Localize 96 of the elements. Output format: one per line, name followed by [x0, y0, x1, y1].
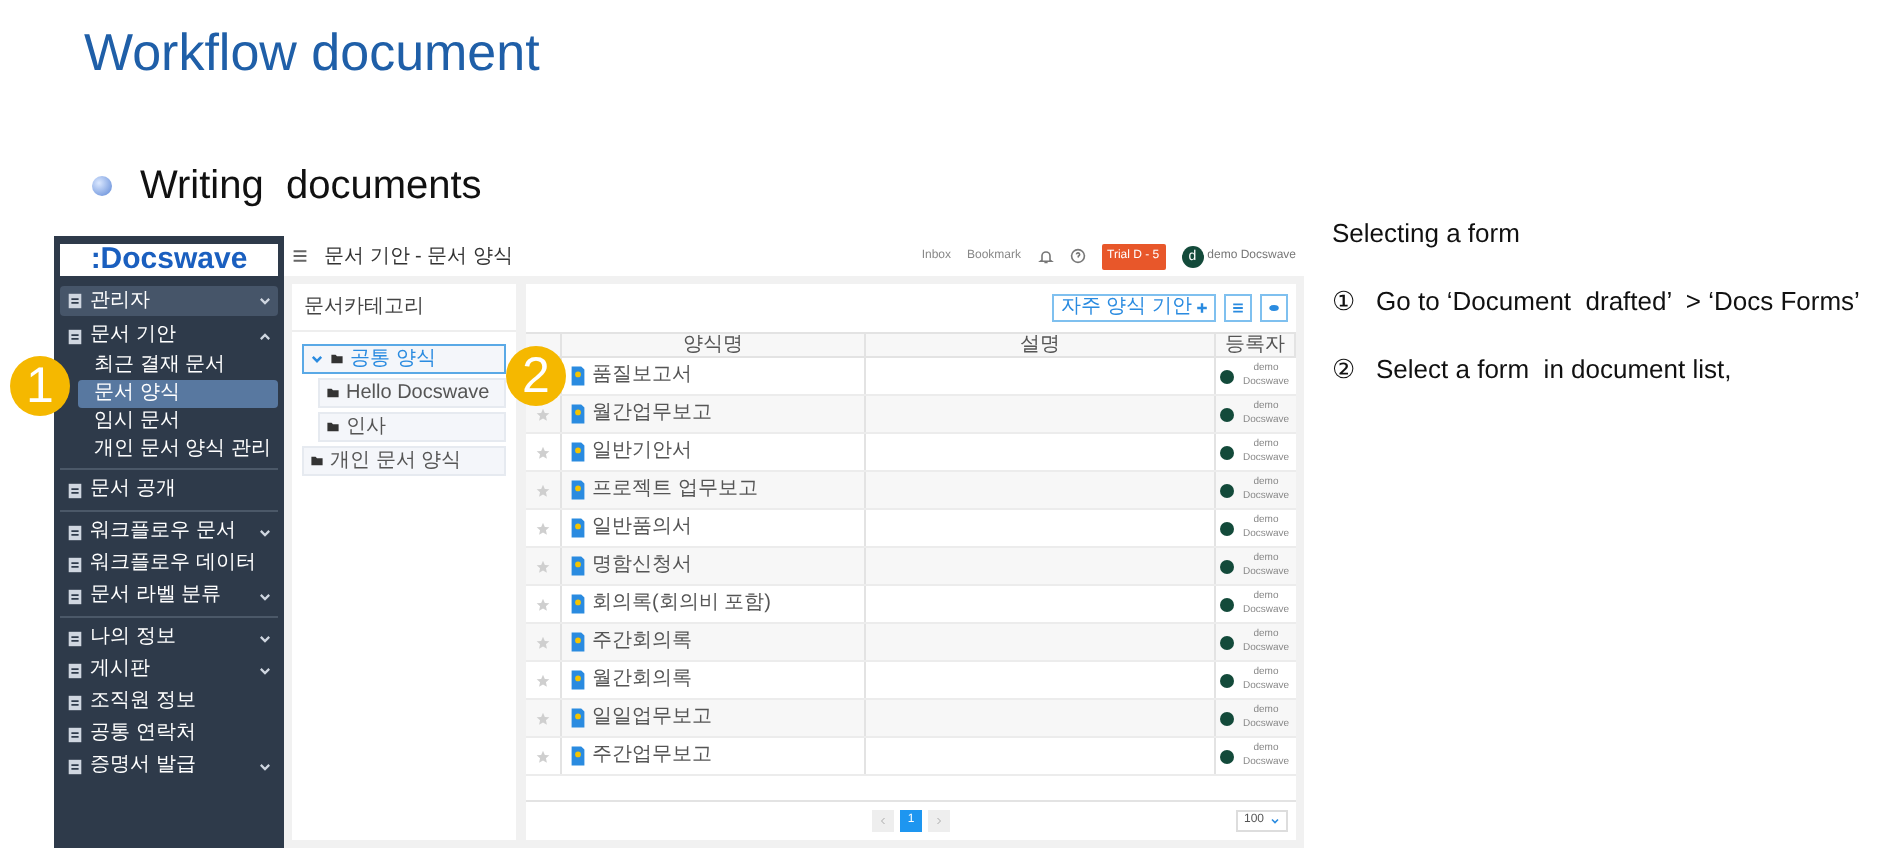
step-marker: ② — [1332, 352, 1356, 386]
document-icon — [570, 404, 586, 424]
form-name[interactable]: 프로젝트 업무보고 — [592, 478, 758, 502]
document-icon — [570, 746, 586, 766]
document-icon — [570, 442, 586, 462]
sidebar-item[interactable]: 문서 라벨 분류 — [60, 580, 278, 612]
avatar-icon — [1220, 445, 1234, 459]
star-icon[interactable] — [536, 445, 550, 459]
avatar-icon — [1220, 521, 1234, 535]
form-name[interactable]: 월간업무보고 — [592, 402, 712, 426]
star-icon[interactable] — [536, 407, 550, 421]
eye-icon — [1268, 302, 1280, 314]
step-text: Select a form in document list, — [1376, 352, 1732, 386]
eye-button[interactable] — [1260, 294, 1288, 322]
avatar-icon — [1220, 711, 1234, 725]
document-icon — [570, 556, 586, 576]
collapse-icon[interactable] — [258, 329, 272, 343]
sidebar-item[interactable]: 워크플로우 문서 — [60, 516, 278, 548]
sidebar-item[interactable]: 문서 공개 — [60, 474, 278, 506]
submenu-item[interactable]: 문서 양식 — [78, 380, 278, 408]
submenu-item[interactable]: 개인 문서 양식 관리 — [78, 436, 278, 464]
folder-icon — [326, 420, 340, 434]
list-icon — [1232, 302, 1244, 314]
form-name[interactable]: 월간회의록 — [592, 668, 692, 692]
form-name[interactable]: 명함신청서 — [592, 554, 692, 578]
star-icon[interactable] — [536, 597, 550, 611]
avatar-icon — [1220, 407, 1234, 421]
expand-icon[interactable] — [258, 663, 272, 677]
star-icon[interactable] — [536, 673, 550, 687]
form-name[interactable]: 일반품의서 — [592, 516, 692, 540]
expand-icon[interactable] — [258, 525, 272, 539]
expand-icon[interactable] — [258, 589, 272, 603]
caret-icon — [1270, 816, 1280, 826]
note-heading: Selecting a form — [1332, 216, 1522, 250]
form-name[interactable]: 품질보고서 — [592, 364, 692, 388]
form-name[interactable]: 주간회의록 — [592, 630, 692, 654]
bullet-icon — [92, 176, 112, 196]
tree-item[interactable]: Hello Docswave — [318, 378, 506, 408]
avatar-icon — [1220, 559, 1234, 573]
star-icon[interactable] — [536, 483, 550, 497]
submenu-item[interactable]: 최근 결재 문서 — [78, 352, 278, 380]
logo: :Docswave — [60, 244, 278, 276]
sidebar-item[interactable]: 문서 기안 — [60, 320, 278, 352]
submenu-item[interactable]: 임시 문서 — [78, 408, 278, 436]
column-header: 양식명 — [683, 334, 743, 356]
star-icon[interactable] — [536, 749, 550, 763]
avatar-icon — [1220, 369, 1234, 383]
column-header: 등록자 — [1225, 334, 1285, 356]
folder-icon — [330, 352, 344, 366]
panel-title: 문서카테고리 — [304, 294, 424, 322]
sidebar-item[interactable]: 게시판 — [60, 654, 278, 686]
breadcrumb: 문서 기안 - 문서 양식 — [324, 243, 513, 271]
expand-icon[interactable] — [258, 294, 272, 308]
sidebar-item[interactable]: 공통 연락처 — [60, 718, 278, 750]
star-icon[interactable] — [536, 559, 550, 573]
section-heading: Writing documents — [140, 162, 482, 210]
page-title: Workflow document — [84, 20, 540, 84]
avatar-icon — [1220, 483, 1234, 497]
document-icon — [570, 708, 586, 728]
step-marker: ① — [1332, 284, 1356, 318]
expand-icon[interactable] — [258, 631, 272, 645]
list-view-button[interactable] — [1224, 294, 1252, 322]
tree-item[interactable]: 인사 — [318, 412, 506, 442]
star-icon[interactable] — [536, 635, 550, 649]
sidebar-item[interactable]: 워크플로우 데이터 — [60, 548, 278, 580]
callout-badge: 1 — [10, 356, 70, 416]
sidebar-item[interactable]: 나의 정보 — [60, 622, 278, 654]
document-icon — [570, 670, 586, 690]
expand-icon[interactable] — [258, 759, 272, 773]
document-icon — [570, 480, 586, 500]
form-name[interactable]: 일일업무보고 — [592, 706, 712, 730]
avatar-icon — [1220, 749, 1234, 763]
avatar-icon — [1220, 635, 1234, 649]
help-icon[interactable] — [1069, 248, 1086, 264]
favorite-button[interactable]: 자주 양식 기안 — [1052, 294, 1216, 322]
form-name[interactable]: 회의록(회의비 포함) — [592, 592, 771, 616]
folder-icon — [310, 454, 324, 468]
step-text: Go to ‘Document drafted’ > ‘Docs Forms’ — [1376, 284, 1860, 318]
document-icon — [570, 366, 586, 386]
document-icon — [570, 594, 586, 614]
column-header: 설명 — [1020, 334, 1060, 356]
document-icon — [570, 518, 586, 538]
form-name[interactable]: 주간업무보고 — [592, 744, 712, 768]
plus-icon — [1196, 302, 1208, 314]
avatar-icon — [1220, 597, 1234, 611]
sidebar-item[interactable]: 관리자 — [60, 286, 278, 316]
sidebar-item[interactable]: 증명서 발급 — [60, 750, 278, 782]
form-name[interactable]: 일반기안서 — [592, 440, 692, 464]
avatar-icon — [1220, 673, 1234, 687]
star-icon[interactable] — [536, 711, 550, 725]
sidebar-item[interactable]: 조직원 정보 — [60, 686, 278, 718]
bell-icon[interactable] — [1037, 248, 1054, 264]
tree-item[interactable]: 개인 문서 양식 — [302, 446, 506, 476]
star-icon[interactable] — [536, 521, 550, 535]
document-icon — [570, 632, 586, 652]
folder-icon — [326, 386, 340, 400]
